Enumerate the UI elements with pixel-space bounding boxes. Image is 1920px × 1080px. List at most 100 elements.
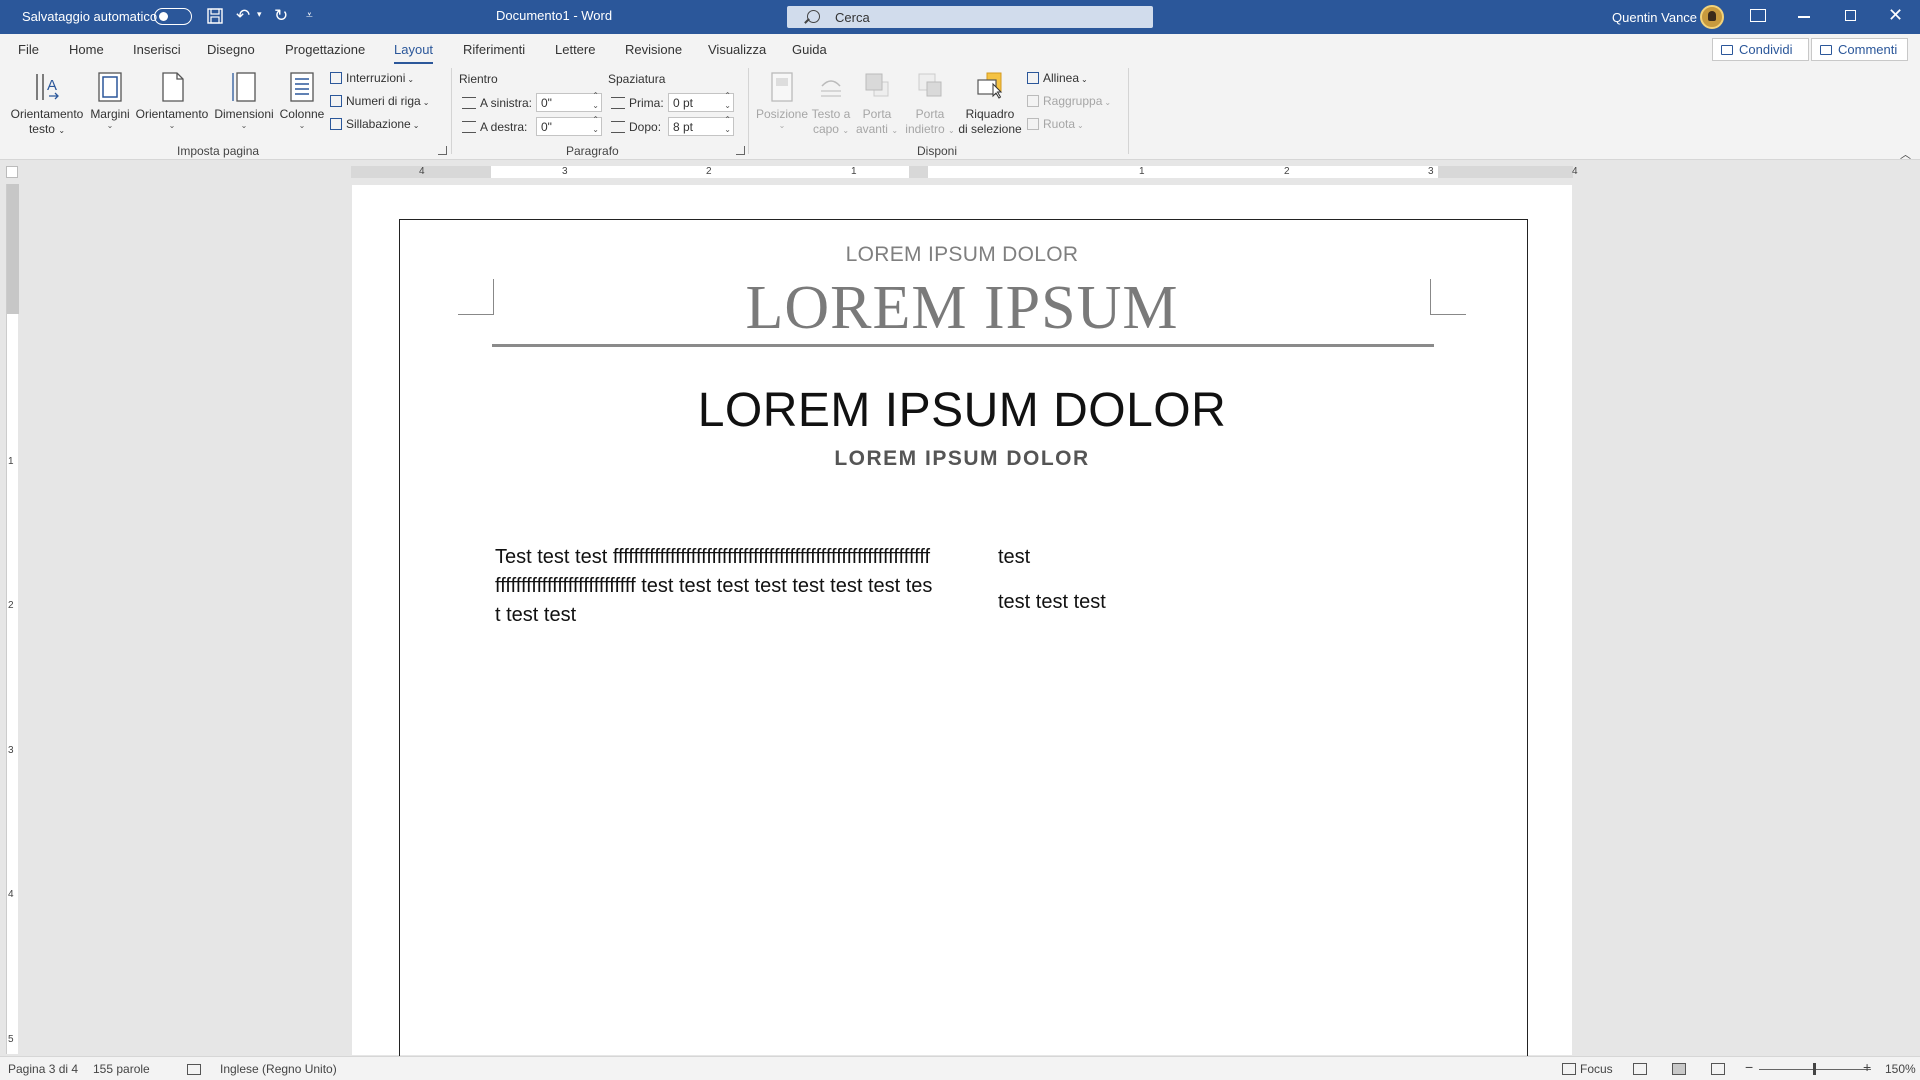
- minimize-icon[interactable]: [1798, 16, 1810, 18]
- rotate-label: Ruota: [1043, 117, 1076, 131]
- tab-selector[interactable]: [6, 166, 18, 178]
- paragraph-launcher-icon[interactable]: [736, 146, 745, 155]
- search-box[interactable]: Cerca: [787, 6, 1153, 28]
- document-heading[interactable]: LOREM IPSUM DOLOR: [352, 383, 1572, 438]
- ruler-number: 1: [8, 456, 14, 467]
- tab-design[interactable]: Progettazione: [285, 42, 365, 57]
- breaks-button[interactable]: Interruzioni ⌄: [330, 71, 414, 85]
- collapse-ribbon-icon[interactable]: ︿: [1900, 146, 1911, 162]
- spacing-heading: Spaziatura: [608, 72, 666, 86]
- columns-button[interactable]: Colonne ⌄: [278, 70, 326, 130]
- text-direction-button[interactable]: A Orientamento testo ⌄: [8, 70, 86, 138]
- read-mode-icon[interactable]: [1633, 1063, 1647, 1075]
- tab-layout[interactable]: Layout: [394, 42, 434, 65]
- indent-right-field[interactable]: 0": [536, 115, 602, 136]
- ruler-number: 2: [8, 600, 14, 611]
- share-icon: [1721, 45, 1733, 55]
- ribbon-display-options-icon[interactable]: [1750, 9, 1766, 22]
- rotate-icon: [1027, 118, 1039, 130]
- document-kicker[interactable]: LOREM IPSUM DOLOR: [352, 243, 1572, 267]
- document-title-text[interactable]: LOREM IPSUM: [352, 273, 1572, 344]
- page-count[interactable]: Pagina 3 di 4: [8, 1062, 78, 1076]
- focus-label[interactable]: Focus: [1580, 1062, 1613, 1076]
- right-column-paragraph[interactable]: test test test: [998, 588, 1398, 617]
- right-column-paragraph[interactable]: test: [998, 543, 1398, 572]
- search-placeholder: Cerca: [835, 10, 870, 25]
- ruler-number: 2: [1284, 166, 1290, 177]
- zoom-slider-thumb[interactable]: [1813, 1063, 1816, 1075]
- zoom-out-button[interactable]: −: [1745, 1059, 1753, 1075]
- word-count[interactable]: 155 parole: [93, 1062, 150, 1076]
- size-button[interactable]: Dimensioni ⌄: [212, 70, 276, 130]
- zoom-level[interactable]: 150%: [1885, 1062, 1916, 1076]
- user-name[interactable]: Quentin Vance: [1612, 10, 1697, 25]
- tab-mailings[interactable]: Lettere: [555, 42, 595, 57]
- undo-dropdown-icon[interactable]: ▾: [257, 9, 262, 20]
- position-button[interactable]: Posizione ⌄: [756, 70, 808, 130]
- print-layout-icon[interactable]: [1672, 1063, 1686, 1075]
- rotate-button[interactable]: Ruota ⌄: [1027, 117, 1084, 131]
- margins-button[interactable]: Margini ⌄: [88, 70, 132, 130]
- text-direction-icon: A: [32, 70, 62, 104]
- left-column-text[interactable]: Test test test fffffffffffffffffffffffff…: [495, 543, 935, 630]
- right-column[interactable]: test test test test: [998, 543, 1398, 617]
- tab-references[interactable]: Riferimenti: [463, 42, 525, 57]
- margins-label: Margini: [90, 107, 130, 121]
- group-button[interactable]: Raggruppa ⌄: [1027, 94, 1111, 108]
- spacing-before-field[interactable]: 0 pt: [668, 91, 734, 112]
- selection-pane-button[interactable]: Riquadro di selezione: [958, 70, 1022, 137]
- hyphenation-icon: [330, 118, 342, 130]
- comments-button[interactable]: Commenti: [1811, 38, 1908, 61]
- proofing-icon[interactable]: [187, 1064, 201, 1075]
- close-icon[interactable]: ✕: [1888, 6, 1903, 24]
- selection-pane-icon: [975, 70, 1005, 104]
- save-icon[interactable]: [206, 7, 224, 25]
- send-backward-button[interactable]: Porta indietro ⌄: [902, 70, 958, 138]
- undo-icon[interactable]: ↶: [236, 6, 254, 26]
- tab-home[interactable]: Home: [69, 42, 104, 57]
- redo-icon[interactable]: ↻: [274, 6, 292, 26]
- spacing-after-field[interactable]: 8 pt: [668, 115, 734, 136]
- align-button[interactable]: Allinea ⌄: [1027, 71, 1088, 85]
- avatar[interactable]: [1700, 5, 1724, 29]
- indent-heading: Rientro: [459, 72, 498, 86]
- tab-help[interactable]: Guida: [792, 42, 827, 57]
- share-button[interactable]: Condividi: [1712, 38, 1809, 61]
- selection-pane-label-2: di selezione: [958, 122, 1022, 136]
- spacing-after-label: Dopo:: [629, 120, 662, 134]
- tab-review[interactable]: Revisione: [625, 42, 682, 57]
- hyphenation-button[interactable]: Sillabazione ⌄: [330, 117, 419, 131]
- size-label: Dimensioni: [214, 107, 274, 121]
- tab-draw[interactable]: Disegno: [207, 42, 255, 57]
- zoom-in-button[interactable]: +: [1863, 1059, 1871, 1075]
- wrap-text-button[interactable]: Testo a capo ⌄: [806, 70, 856, 138]
- position-icon: [767, 70, 797, 104]
- ruler-number: 2: [706, 166, 712, 177]
- tab-file[interactable]: File: [18, 42, 39, 57]
- focus-icon[interactable]: [1562, 1063, 1576, 1075]
- orientation-button[interactable]: Orientamento ⌄: [134, 70, 210, 130]
- autosave-label: Salvataggio automatico: [22, 9, 158, 24]
- ruler-number: 5: [8, 1034, 14, 1045]
- web-layout-icon[interactable]: [1711, 1063, 1725, 1075]
- language-label[interactable]: Inglese (Regno Unito): [220, 1062, 337, 1076]
- group-label: Raggruppa: [1043, 94, 1103, 108]
- tab-insert[interactable]: Inserisci: [133, 42, 181, 57]
- vertical-ruler[interactable]: 1 2 3 4 5: [6, 184, 19, 1054]
- line-numbers-button[interactable]: Numeri di riga ⌄: [330, 94, 429, 108]
- svg-text:A: A: [47, 77, 57, 94]
- bring-forward-button[interactable]: Porta avanti ⌄: [852, 70, 902, 138]
- breaks-label: Interruzioni: [346, 71, 406, 85]
- wrap-text-label-1: Testo a: [811, 107, 851, 121]
- restore-icon[interactable]: [1845, 10, 1856, 21]
- document-page[interactable]: LOREM IPSUM DOLOR LOREM IPSUM LOREM IPSU…: [352, 185, 1572, 1069]
- autosave-toggle[interactable]: [154, 8, 192, 25]
- line-numbers-label: Numeri di riga: [346, 94, 421, 108]
- margins-icon: [95, 70, 125, 104]
- page-setup-launcher-icon[interactable]: [438, 146, 447, 155]
- indent-left-field[interactable]: 0": [536, 91, 602, 112]
- document-subheading[interactable]: LOREM IPSUM DOLOR: [352, 447, 1572, 471]
- customize-toolbar-icon[interactable]: ⩡: [306, 8, 313, 23]
- horizontal-ruler[interactable]: 4 3 2 1 1 2 3 4: [351, 166, 1578, 178]
- tab-view[interactable]: Visualizza: [708, 42, 766, 57]
